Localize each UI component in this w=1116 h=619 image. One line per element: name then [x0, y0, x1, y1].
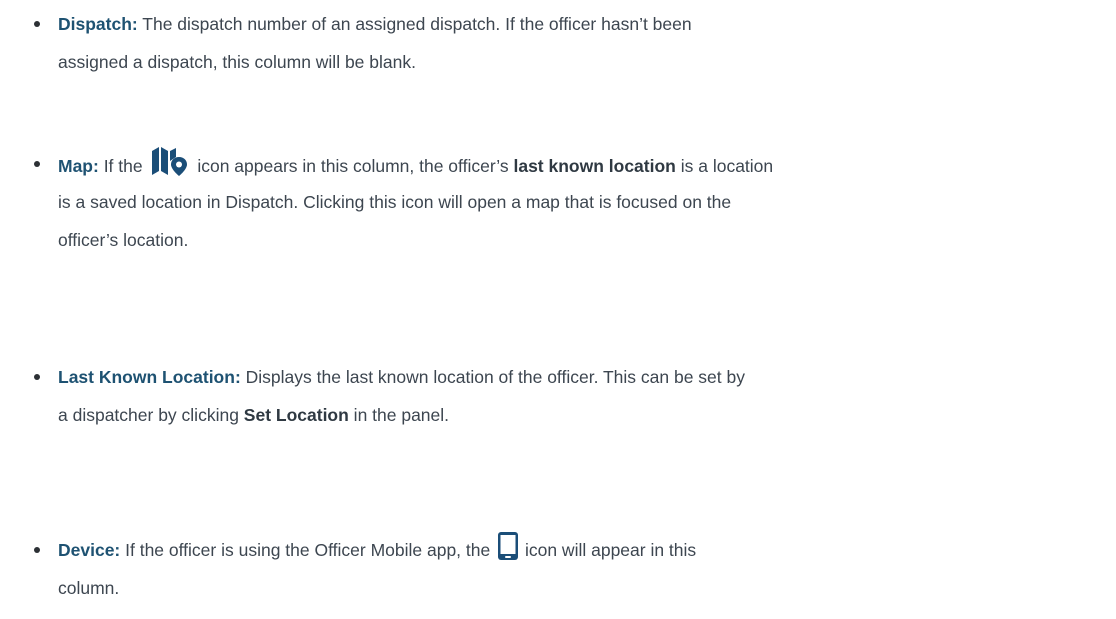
description-text: icon will appear in this: [520, 540, 697, 560]
map-location-icon: [150, 145, 190, 177]
bullet-marker: [34, 547, 40, 553]
term-label: Dispatch:: [58, 14, 138, 34]
item-text: Device: If the officer is using the Offi…: [58, 531, 1114, 607]
description-text: column.: [58, 578, 120, 598]
description-text: If the officer is using the Officer Mobi…: [120, 540, 496, 560]
bullet-marker: [34, 374, 40, 380]
description-text: is a saved location in Dispatch. Clickin…: [58, 192, 732, 212]
text-line: is a saved location in Dispatch. Clickin…: [58, 183, 1114, 221]
description-text: assigned a dispatch, this column will be…: [58, 52, 416, 72]
bullet-marker: [34, 21, 40, 27]
description-text: The dispatch number of an assigned dispa…: [137, 14, 692, 34]
text-line: Map: If the icon appears in this column,…: [58, 145, 1114, 183]
item-text: Last Known Location: Displays the last k…: [58, 358, 1114, 434]
bullet-marker: [34, 161, 40, 167]
description-text: a dispatcher by clicking: [58, 405, 244, 425]
term-label: Map:: [58, 156, 99, 176]
text-line: column.: [58, 569, 1114, 607]
item-text: Dispatch: The dispatch number of an assi…: [58, 5, 1114, 81]
bold-phrase: Set Location: [243, 405, 349, 425]
description-text: Displays the last known location of the …: [240, 367, 745, 387]
description-text: icon appears in this column, the officer…: [192, 156, 514, 176]
text-line: Dispatch: The dispatch number of an assi…: [58, 5, 1114, 43]
text-line: Last Known Location: Displays the last k…: [58, 358, 1114, 396]
description-text: is a location: [675, 156, 774, 176]
term-label: Last Known Location:: [58, 367, 241, 387]
text-line: assigned a dispatch, this column will be…: [58, 43, 1114, 81]
text-line: officer’s location.: [58, 221, 1114, 259]
mobile-phone-icon: [497, 531, 519, 561]
item-text: Map: If the icon appears in this column,…: [58, 145, 1114, 259]
bold-phrase: last known location: [513, 156, 676, 176]
term-label: Device:: [58, 540, 121, 560]
text-line: a dispatcher by clicking Set Location in…: [58, 396, 1114, 434]
text-line: Device: If the officer is using the Offi…: [58, 531, 1114, 569]
description-text: in the panel.: [348, 405, 450, 425]
description-text: If the: [98, 156, 148, 176]
description-text: officer’s location.: [58, 230, 189, 250]
